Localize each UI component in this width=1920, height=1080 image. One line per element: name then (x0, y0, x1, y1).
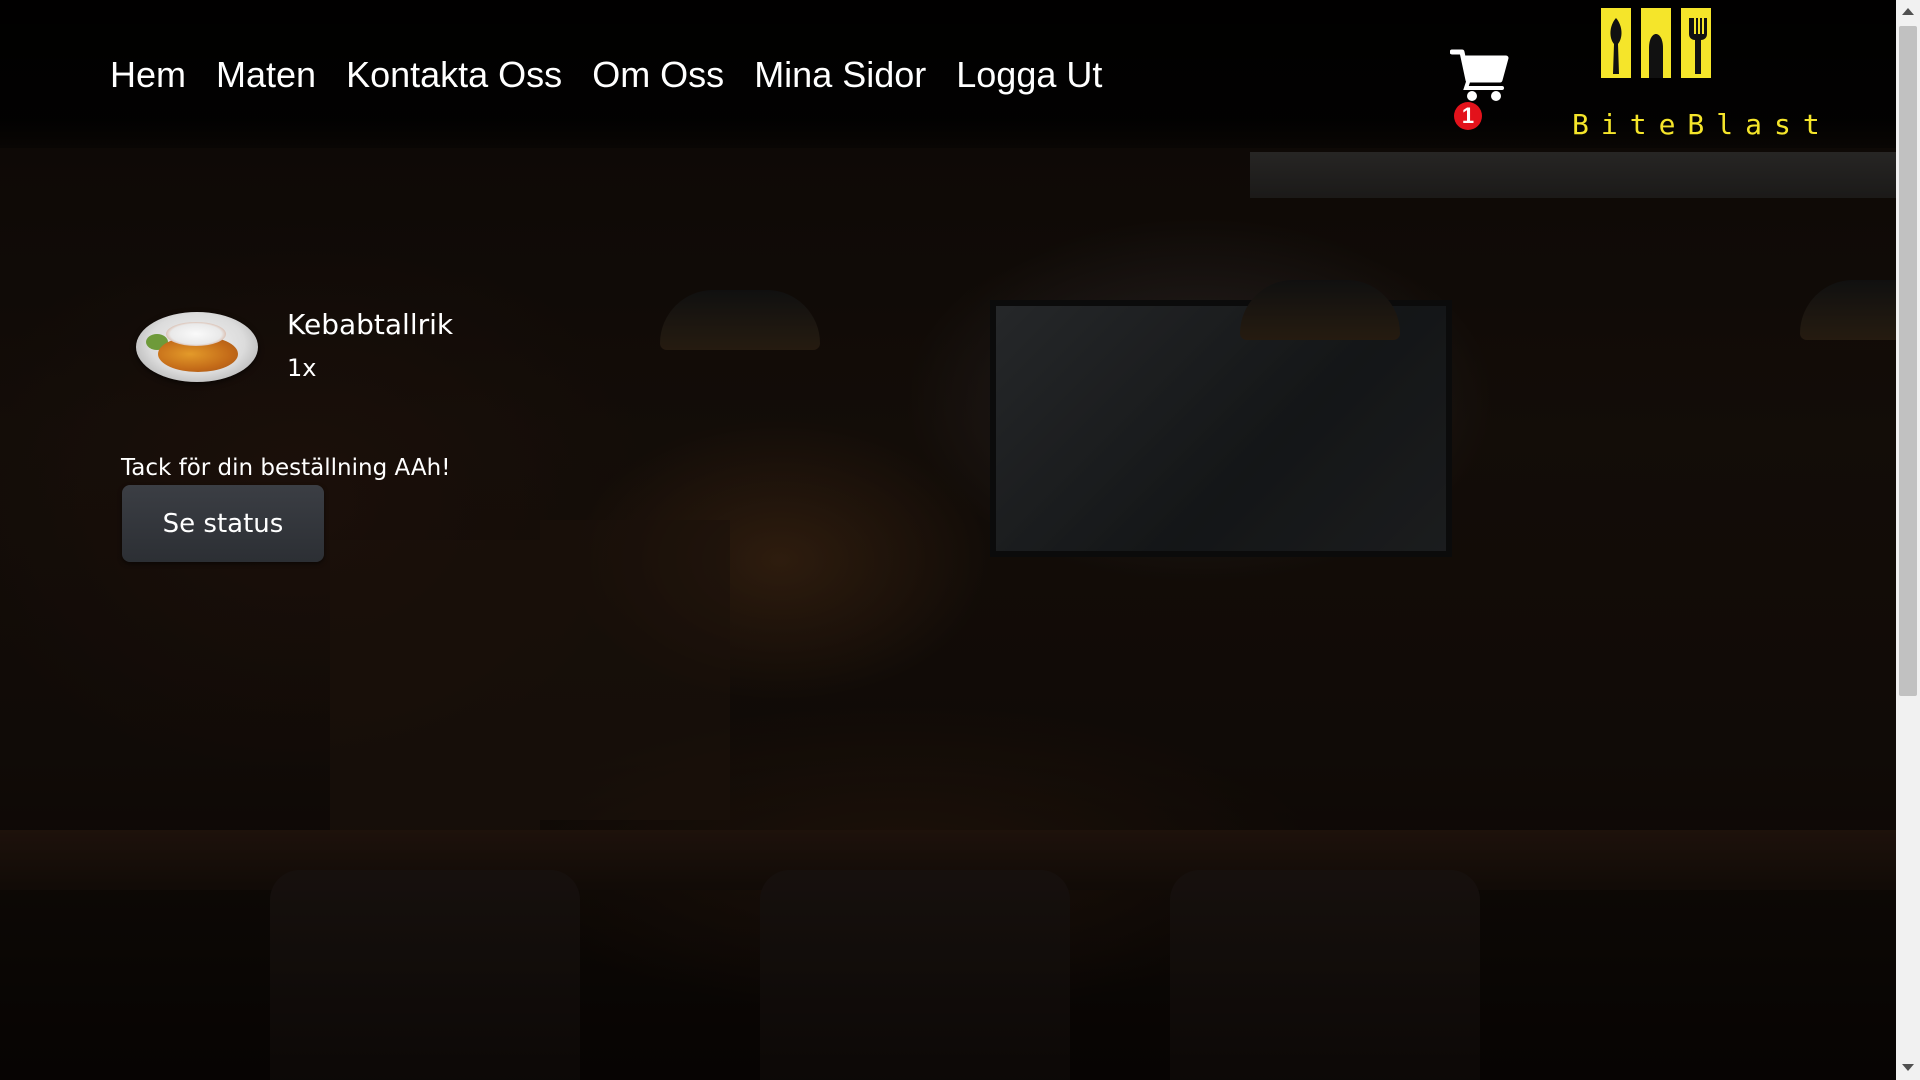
vertical-scrollbar[interactable] (1896, 0, 1920, 1080)
site-logo[interactable]: BiteBlast (1568, 8, 1820, 141)
cart-icon (1450, 49, 1509, 101)
cart-count-badge: 1 (1454, 102, 1482, 130)
thanks-message: Tack för din beställning AAh! (121, 455, 451, 481)
see-status-button[interactable]: Se status (122, 485, 324, 562)
nav-item-maten[interactable]: Maten (216, 50, 316, 100)
nav-item-logga-ut[interactable]: Logga Ut (956, 50, 1102, 100)
nav-item-om-oss[interactable]: Om Oss (592, 50, 724, 100)
cart-button[interactable]: 1 (1450, 46, 1510, 130)
nav-item-hem[interactable]: Hem (110, 50, 186, 100)
kebab-plate-image (136, 312, 258, 382)
main-nav: Hem Maten Kontakta Oss Om Oss Mina Sidor… (110, 50, 1102, 100)
order-item-quantity: 1x (287, 354, 317, 382)
order-item-name: Kebabtallrik (287, 308, 454, 341)
scroll-up-arrow-icon[interactable] (1902, 8, 1914, 15)
cutlery-logo-icon (1601, 8, 1711, 78)
scroll-down-arrow-icon[interactable] (1902, 1064, 1914, 1071)
nav-item-mina-sidor[interactable]: Mina Sidor (754, 50, 926, 100)
scroll-thumb[interactable] (1899, 26, 1917, 696)
logo-text: BiteBlast (1572, 108, 1832, 141)
nav-item-kontakta-oss[interactable]: Kontakta Oss (346, 50, 562, 100)
site-header: Hem Maten Kontakta Oss Om Oss Mina Sidor… (0, 0, 1896, 148)
